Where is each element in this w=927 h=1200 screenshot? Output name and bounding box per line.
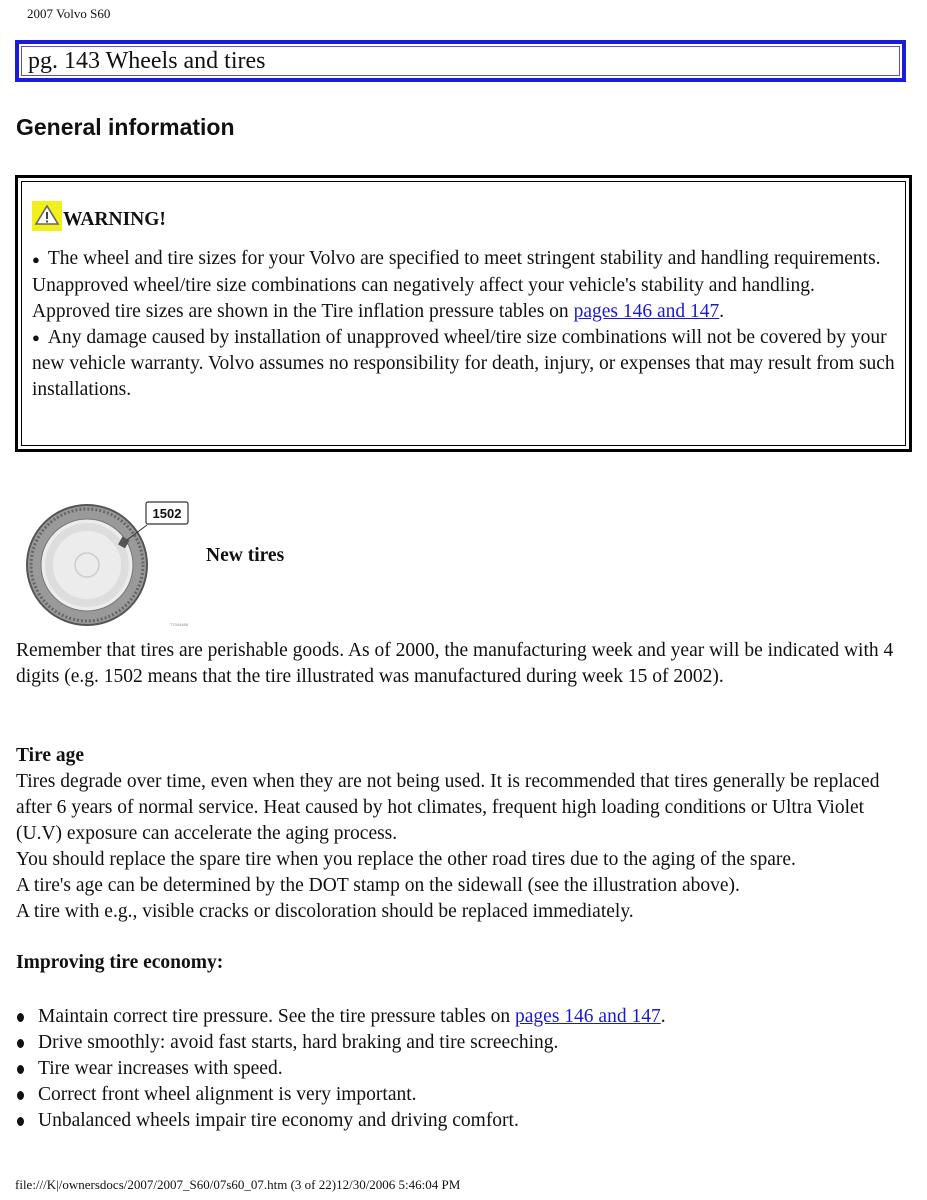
- list-item: Tire wear increases with speed.: [16, 1056, 666, 1082]
- bullet-icon: [17, 1064, 24, 1074]
- list-item: Correct front wheel alignment is very im…: [16, 1082, 666, 1108]
- bullet-icon: ●: [32, 330, 40, 346]
- new-tires-paragraph: Remember that tires are perishable goods…: [16, 640, 894, 687]
- bullet-icon: [17, 1038, 24, 1048]
- bullet-icon: [17, 1116, 24, 1126]
- tire-economy-heading: Improving tire economy:: [16, 952, 224, 973]
- document-title: 2007 Volvo S60: [27, 6, 111, 21]
- page-banner: pg. 143 Wheels and tires: [15, 40, 906, 82]
- list-item: Unbalanced wheels impair tire economy an…: [16, 1108, 666, 1134]
- pages-146-147-link[interactable]: pages 146 and 147: [515, 1006, 661, 1027]
- tire-age-line: A tire's age can be determined by the DO…: [16, 875, 740, 896]
- tire-age-line: You should replace the spare tire when y…: [16, 849, 796, 870]
- warning-triangle-icon: [32, 201, 62, 231]
- bullet-icon: [17, 1012, 24, 1022]
- figure-code: T7004488: [170, 622, 189, 627]
- tire-illustration: 1502 T7004488: [22, 498, 202, 628]
- new-tires-heading: New tires: [206, 545, 285, 566]
- warning-item: ● Any damage caused by installation of un…: [32, 326, 895, 401]
- warning-title: WARNING!: [63, 209, 166, 230]
- list-item: Maintain correct tire pressure. See the …: [16, 1004, 666, 1030]
- pages-146-147-link[interactable]: pages 146 and 147: [574, 301, 720, 322]
- tire-age-heading: Tire age: [16, 745, 85, 766]
- warning-box: WARNING! ● The wheel and tire sizes for y…: [15, 175, 912, 452]
- page-footer: file:///K|/ownersdocs/2007/2007_S60/07s6…: [15, 1177, 461, 1192]
- dot-stamp-label: 1502: [153, 506, 182, 521]
- tire-age-line: Tires degrade over time, even when they …: [16, 771, 880, 844]
- bullet-icon: [17, 1090, 24, 1100]
- bullet-icon: ●: [32, 251, 40, 267]
- tire-economy-list: Maintain correct tire pressure. See the …: [16, 1004, 666, 1134]
- warning-header: WARNING!: [32, 191, 895, 231]
- warning-item: ● The wheel and tire sizes for your Volvo…: [32, 248, 881, 322]
- list-item: Drive smoothly: avoid fast starts, hard …: [16, 1030, 666, 1056]
- section-heading: General information: [16, 114, 235, 140]
- page-banner-text: pg. 143 Wheels and tires: [21, 46, 900, 76]
- tire-age-section: Tire age Tires degrade over time, even w…: [16, 743, 906, 925]
- tire-age-line: A tire with e.g., visible cracks or disc…: [16, 901, 634, 922]
